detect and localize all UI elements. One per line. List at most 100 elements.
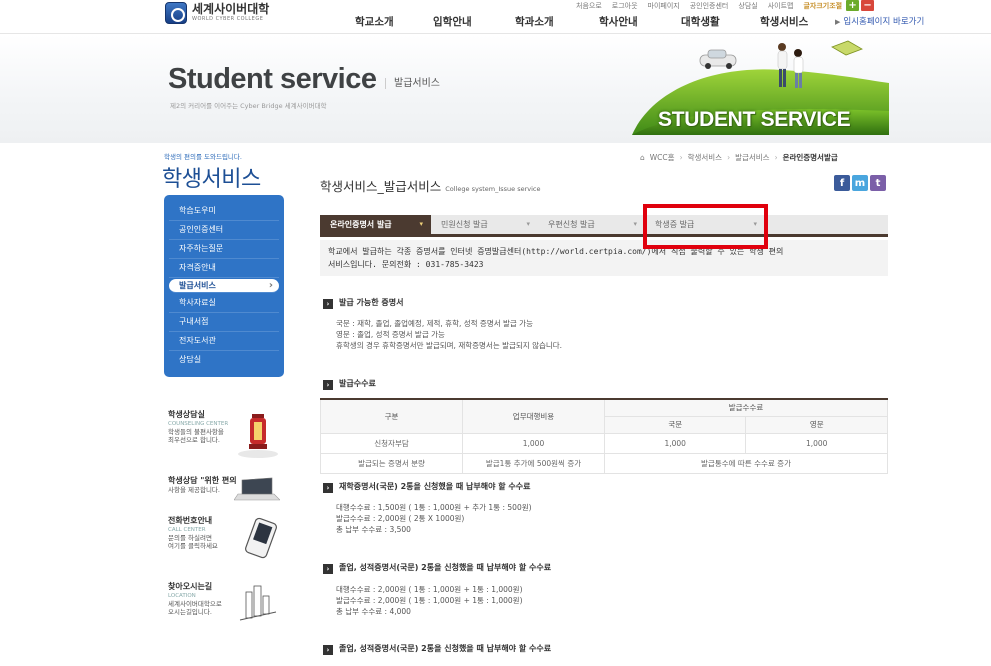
fee-title-text: 발급수수료 (339, 379, 376, 388)
page-title-english: College system_Issue service (445, 185, 541, 193)
fee-cell-korean: 1,000 (603, 432, 747, 454)
phone-icon (245, 517, 277, 559)
arrow-box-icon: › (323, 380, 333, 390)
issue-tabs: 온라인증명서 발급 민원신청 발급 우편신청 발급 학생증 발급 (320, 215, 888, 237)
sns-share: f m t (834, 175, 886, 191)
fee-cell-agency: 1,000 (462, 432, 605, 454)
main-navigation: 학교소개 입학안내 학과소개 학사안내 대학생활 학생서비스 (355, 14, 850, 29)
fee-cell-english: 1,000 (745, 432, 888, 454)
font-increase-button[interactable]: + (846, 0, 860, 11)
fee-table: 구분 업무대행비용 발급수수료 국문 영문 신청자부담 1,000 1,000 … (320, 398, 888, 474)
section-title-fee: › 발급수수료 (323, 378, 376, 390)
font-decrease-button[interactable]: − (861, 0, 875, 11)
fee-cell-label: 발급되는 증명서 분량 (320, 452, 463, 474)
logo-korean: 세계사이버대학 (192, 2, 270, 16)
table-row: 신청자부담 1,000 1,000 1,000 (320, 432, 888, 454)
call-center-banner[interactable]: 전화번호안내 CALL CENTER 문의를 하실려면 여기를 클릭하세요 (168, 516, 288, 568)
table-row: 발급되는 증명서 분량 발급1통 추가에 500원씩 증가 발급통수에 따른 수… (320, 452, 888, 474)
arrow-box-icon: › (323, 299, 333, 309)
sidebar-item-study-helper[interactable]: 학습도우미 (169, 202, 279, 221)
case-2-title-text: 졸업, 성적증명서(국문) 2통을 신청했을 때 납부해야 할 수수료 (339, 563, 552, 572)
case-1-title-text: 재학증명서(국문) 2통을 신청했을 때 납부해야 할 수수료 (339, 482, 531, 491)
intro-line-1: 학교에서 발급하는 각종 증명서를 인터넷 증명발급센터(http://worl… (328, 247, 784, 256)
location-banner[interactable]: 찾아오시는길 LOCATION 세계사이버대학으로 오시는길입니다. (168, 582, 288, 634)
tab-online-certificate[interactable]: 온라인증명서 발급 (320, 215, 431, 234)
building-sketch-icon (239, 585, 277, 621)
fee-header-english: 영문 (745, 415, 888, 434)
visual-banner: Student service 발급서비스 제2의 커리어를 이어주는 Cybe… (0, 35, 991, 143)
sidebar-title: 학생서비스 (162, 167, 261, 192)
counseling-center-banner[interactable]: 학생상담실 COUNSELING CENTER 학생들의 불편사항을 최우선으로… (168, 410, 288, 462)
laptop-icon (234, 477, 280, 501)
breadcrumb-current: 온라인증명서발급 (782, 153, 838, 162)
section-title-case-3: › 졸업, 성적증명서(국문) 2통을 신청했을 때 납부해야 할 수수료 (323, 643, 551, 655)
book-icon (831, 40, 863, 56)
sidebar-item-faq[interactable]: 자주하는질문 (169, 240, 279, 259)
nav-departments[interactable]: 학과소개 (515, 14, 599, 29)
sidebar-item-cert-center[interactable]: 공인인증센터 (169, 221, 279, 240)
nav-academics[interactable]: 학사안내 (599, 14, 681, 29)
page-title: 학생서비스_발급서비스 College system_Issue service (320, 176, 541, 195)
fee-header-gubun: 구분 (320, 398, 463, 434)
utility-home-link[interactable]: 처음으로 (576, 1, 602, 11)
lantern-icon (238, 414, 278, 458)
highlight-box (643, 204, 768, 249)
site-logo[interactable]: 세계사이버대학 WORLD CYBER COLLEGE (165, 2, 269, 24)
utility-counsel-link[interactable]: 상담실 (738, 1, 757, 11)
breadcrumb-issue-service[interactable]: 발급서비스 (735, 152, 770, 163)
case-1-line-2: 발급수수료 : 2,000원 ( 2통 X 1000원) (336, 514, 465, 523)
breadcrumb: ⌂ WCC홈 › 학생서비스 › 발급서비스 › 온라인증명서발급 (640, 152, 838, 163)
sidebar-item-license-info[interactable]: 자격증안내 (169, 259, 279, 278)
sidebar-caption: 학생의 편의를 도와드립니다. (164, 153, 242, 161)
nav-campus-life[interactable]: 대학생활 (681, 14, 760, 29)
case-2-line-3: 총 납부 수수료 : 4,000 (336, 607, 411, 616)
utility-logout-link[interactable]: 로그아웃 (612, 1, 638, 11)
sidebar-menu: 학습도우미 공인인증센터 자주하는질문 자격증안내 발급서비스 학사자료실 구내… (164, 195, 284, 377)
arrow-box-icon: › (323, 483, 333, 493)
logo-english: WORLD CYBER COLLEGE (192, 16, 264, 22)
visual-subtitle: 발급서비스 (385, 78, 440, 89)
tab-mail-request[interactable]: 우편신청 발급 (538, 215, 645, 234)
section-title-case-1: › 재학증명서(국문) 2통을 신청했을 때 납부해야 할 수수료 (323, 481, 531, 493)
utility-cert-center-link[interactable]: 공인인증센터 (690, 1, 729, 11)
admission-homepage-label: 입시홈페이지 바로가기 (843, 17, 925, 27)
fee-header-issue: 발급수수료 (604, 398, 888, 417)
sidebar-item-academic-archive[interactable]: 학사자료실 (169, 294, 279, 313)
fee-cell-agency: 발급1통 추가에 500원씩 증가 (462, 452, 605, 474)
breadcrumb-separator-icon: › (774, 153, 778, 162)
breadcrumb-student-service[interactable]: 학생서비스 (688, 152, 723, 163)
car-icon (699, 49, 737, 69)
breadcrumb-separator-icon: › (679, 153, 683, 162)
case-2-line-2: 발급수수료 : 2,000원 ( 1통 : 1,000원 + 1통 : 1,00… (336, 596, 523, 605)
facebook-icon[interactable]: f (834, 175, 850, 191)
sidebar-item-issue-service[interactable]: 발급서비스 (169, 279, 279, 293)
admission-homepage-link[interactable]: ▶ 입시홈페이지 바로가기 (835, 15, 924, 27)
nav-school-intro[interactable]: 학교소개 (355, 14, 433, 29)
visual-title: Student service (168, 63, 377, 95)
fee-cell-issue: 발급통수에 따른 수수료 증가 (604, 452, 888, 474)
section-title-certificates: › 발급 가능한 증명서 (323, 297, 403, 309)
section-title-case-2: › 졸업, 성적증명서(국문) 2통을 신청했을 때 납부해야 할 수수료 (323, 562, 551, 574)
certificates-body: 국문 : 재학, 졸업, 졸업예정, 제적, 휴학, 성적 증명서 발급 가능 … (336, 318, 562, 351)
arrow-box-icon: › (323, 645, 333, 655)
sidebar-item-counseling[interactable]: 상담실 (169, 351, 279, 370)
home-icon: ⌂ (640, 153, 645, 162)
certificates-title-text: 발급 가능한 증명서 (339, 298, 404, 307)
fee-cell-label: 신청자부담 (320, 432, 463, 454)
case-1-body: 대행수수료 : 1,500원 ( 1통 : 1,000원 + 추가 1통 : 5… (336, 502, 532, 535)
intro-line-2: 서비스입니다. 문의전화 : 031-785-3423 (328, 260, 484, 269)
nav-admission[interactable]: 입학안내 (433, 14, 515, 29)
utility-mypage-link[interactable]: 마이페이지 (648, 1, 680, 11)
sidebar-item-bookstore[interactable]: 구내서점 (169, 313, 279, 332)
fee-header-agency: 업무대행비용 (462, 398, 605, 434)
breadcrumb-home[interactable]: WCC홈 (650, 152, 675, 163)
utility-sitemap-link[interactable]: 사이트맵 (768, 1, 794, 11)
twitter-icon[interactable]: t (870, 175, 886, 191)
tab-civil-request[interactable]: 민원신청 발급 (431, 215, 538, 234)
case-2-body: 대행수수료 : 2,000원 ( 1통 : 1,000원 + 1통 : 1,00… (336, 584, 523, 617)
case-2-line-1: 대행수수료 : 2,000원 ( 1통 : 1,000원 + 1통 : 1,00… (336, 585, 523, 594)
sidebar-item-e-library[interactable]: 전자도서관 (169, 332, 279, 351)
case-3-title-text: 졸업, 성적증명서(국문) 2통을 신청했을 때 납부해야 할 수수료 (339, 644, 552, 653)
me2day-icon[interactable]: m (852, 175, 868, 191)
student-service-banner-text: STUDENT SERVICE (658, 108, 851, 131)
